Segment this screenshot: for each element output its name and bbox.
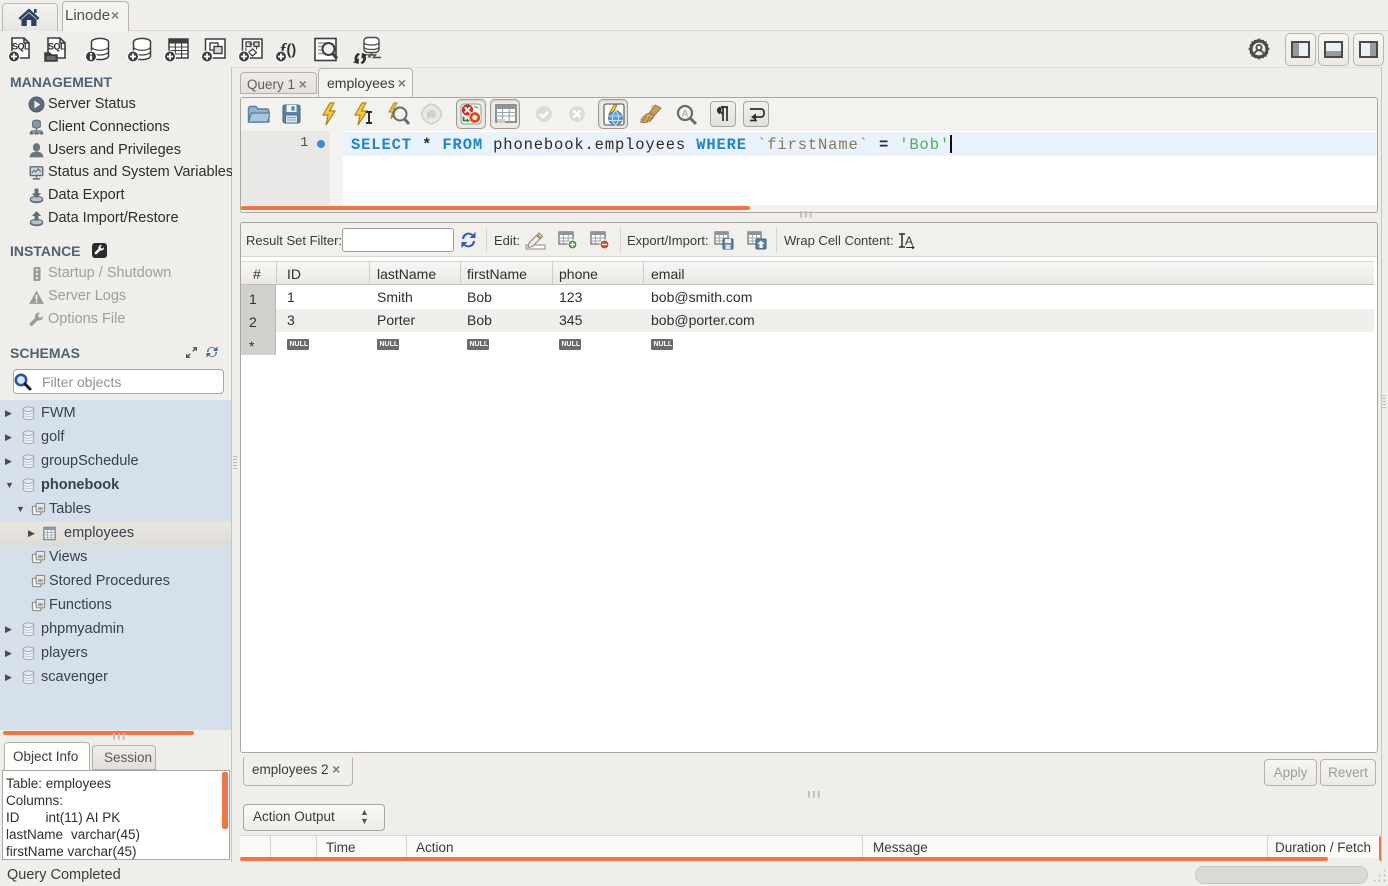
svg-text:SQL: SQL bbox=[48, 42, 66, 52]
svg-text:SQL: SQL bbox=[12, 42, 30, 52]
svg-text:(): () bbox=[287, 43, 297, 59]
svg-text:A: A bbox=[905, 234, 913, 248]
svg-text:A: A bbox=[682, 109, 688, 119]
